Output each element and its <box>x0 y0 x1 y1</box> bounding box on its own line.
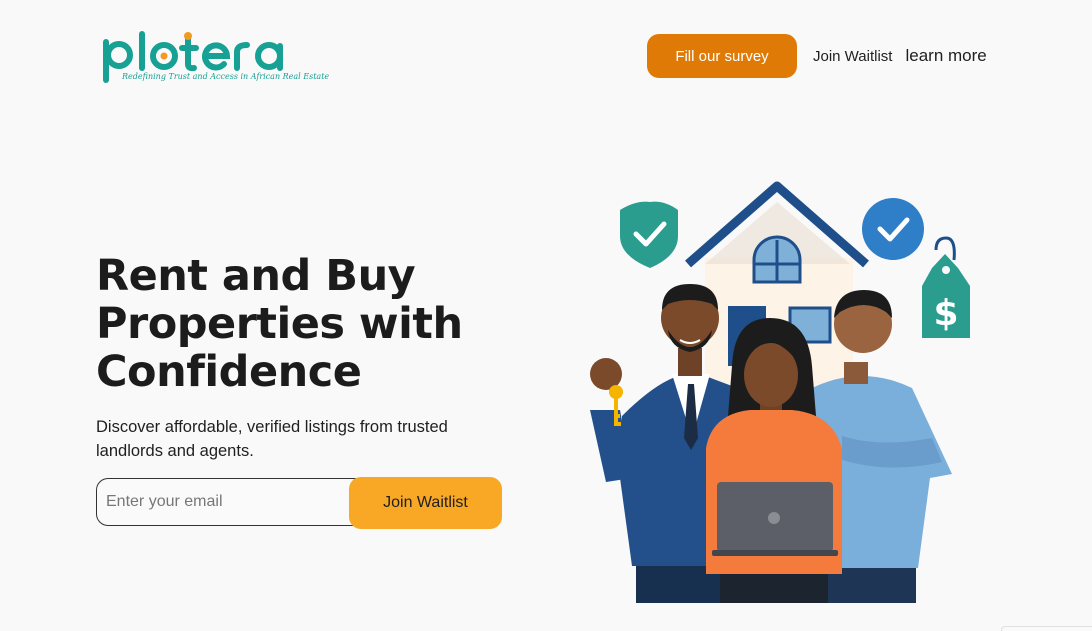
nav-join-waitlist-link[interactable]: Join Waitlist <box>813 48 892 65</box>
top-nav: Fill our survey Join Waitlist learn more <box>647 34 987 78</box>
brand-logo[interactable]: Redefining Trust and Access in African R… <box>100 28 329 88</box>
hero-title-line-3: Confidence <box>96 347 362 397</box>
hero-title-line-2: Properties with <box>96 299 463 349</box>
price-tag-symbol: $ <box>933 293 958 334</box>
logo-tagline: Redefining Trust and Access in African R… <box>122 72 330 81</box>
fill-survey-button[interactable]: Fill our survey <box>647 34 797 78</box>
nav-learn-more-link[interactable]: learn more <box>905 46 986 66</box>
check-circle-icon <box>862 198 924 260</box>
waitlist-signup-form: Join Waitlist <box>96 477 502 529</box>
hero-title-line-1: Rent and Buy <box>96 251 416 301</box>
hero-subtitle: Discover affordable, verified listings f… <box>96 418 448 460</box>
join-waitlist-button[interactable]: Join Waitlist <box>349 477 502 529</box>
landing-page: Redefining Trust and Access in African R… <box>0 0 1092 631</box>
shield-check-icon <box>620 201 678 268</box>
corner-widget <box>1001 626 1092 631</box>
hero-title: Rent and Buy Properties with Confidence <box>96 252 516 396</box>
price-tag-icon: $ <box>922 236 970 338</box>
hero-illustration: $ <box>590 181 970 603</box>
